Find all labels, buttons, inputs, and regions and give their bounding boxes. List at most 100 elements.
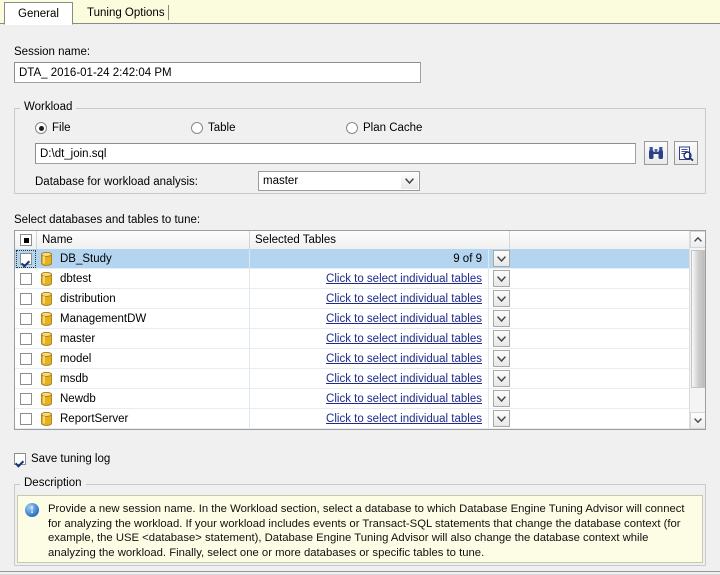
row-checkbox[interactable] bbox=[15, 329, 37, 349]
row-selected-tables[interactable]: Click to select individual tables bbox=[250, 308, 489, 329]
table-row[interactable]: msdb Click to select individual tables bbox=[15, 368, 705, 389]
grid-label: Select databases and tables to tune: bbox=[14, 214, 201, 226]
preview-workload-button[interactable] bbox=[674, 141, 698, 165]
row-database-name[interactable]: dbtest bbox=[37, 268, 250, 289]
row-database-name[interactable]: master bbox=[37, 328, 250, 349]
scrollbar-thumb[interactable] bbox=[691, 250, 705, 388]
table-row[interactable]: model Click to select individual tables bbox=[15, 348, 705, 369]
tab-general[interactable]: General bbox=[4, 2, 73, 25]
radio-file[interactable]: File bbox=[35, 122, 71, 134]
row-selected-tables[interactable]: Click to select individual tables bbox=[250, 388, 489, 409]
select-tables-link[interactable]: Click to select individual tables bbox=[326, 413, 482, 425]
select-tables-link[interactable]: Click to select individual tables bbox=[326, 373, 482, 385]
row-dropdown-button[interactable] bbox=[493, 390, 510, 407]
row-checkbox[interactable] bbox=[15, 249, 37, 269]
row-database-label: Newdb bbox=[60, 392, 96, 405]
grid-header-name[interactable]: Name bbox=[37, 231, 250, 249]
row-selected-tables[interactable]: Click to select individual tables bbox=[250, 288, 489, 309]
table-row[interactable]: DB_Study 9 of 9 bbox=[15, 248, 705, 269]
row-dropdown-button[interactable] bbox=[493, 410, 510, 427]
row-checkbox[interactable] bbox=[15, 409, 37, 429]
chevron-down-icon bbox=[497, 295, 506, 302]
row-checkbox[interactable] bbox=[15, 389, 37, 409]
select-tables-link[interactable]: Click to select individual tables bbox=[326, 393, 482, 405]
tab-tuning-options-label: Tuning Options bbox=[87, 6, 165, 19]
row-checkbox[interactable] bbox=[15, 349, 37, 369]
row-checkbox-indicator bbox=[20, 252, 32, 265]
row-dropdown-button[interactable] bbox=[493, 250, 510, 267]
row-selected-tables[interactable]: Click to select individual tables bbox=[250, 328, 489, 349]
row-database-name[interactable]: Newdb bbox=[37, 388, 250, 409]
row-database-name[interactable]: DB_Study bbox=[37, 248, 250, 269]
scrollbar-down-button[interactable] bbox=[690, 412, 705, 429]
grid-header-selected-tables[interactable]: Selected Tables bbox=[250, 231, 510, 249]
radio-table[interactable]: Table bbox=[191, 122, 236, 134]
workload-file-input[interactable]: D:\dt_join.sql bbox=[35, 143, 636, 164]
database-icon bbox=[41, 271, 52, 286]
session-name-label: Session name: bbox=[14, 46, 91, 58]
session-name-input[interactable]: DTA_ 2016-01-24 2:42:04 PM bbox=[14, 62, 421, 83]
workload-db-select[interactable]: master bbox=[258, 171, 420, 191]
row-dropdown-button[interactable] bbox=[493, 270, 510, 287]
save-tuning-log-label: Save tuning log bbox=[31, 453, 111, 465]
select-tables-link[interactable]: Click to select individual tables bbox=[326, 273, 482, 285]
table-row[interactable]: distribution Click to select individual t… bbox=[15, 288, 705, 309]
table-row[interactable]: master Click to select individual tables bbox=[15, 328, 705, 349]
row-dropdown-button[interactable] bbox=[493, 310, 510, 327]
tab-tuning-options[interactable]: Tuning Options bbox=[74, 1, 178, 24]
row-database-label: model bbox=[60, 352, 92, 365]
database-icon bbox=[41, 371, 52, 386]
row-dropdown-button[interactable] bbox=[493, 370, 510, 387]
grid-header-name-label: Name bbox=[42, 233, 73, 246]
workload-db-label: Database for workload analysis: bbox=[35, 176, 198, 188]
save-tuning-log-checkbox[interactable]: Save tuning log bbox=[14, 453, 110, 465]
row-dropdown-button[interactable] bbox=[493, 350, 510, 367]
radio-table-indicator bbox=[191, 122, 203, 134]
radio-file-indicator bbox=[35, 122, 47, 134]
row-checkbox-indicator bbox=[20, 412, 32, 425]
table-row[interactable]: dbtest Click to select individual tables bbox=[15, 268, 705, 289]
databases-grid[interactable]: Name Selected Tables DB_Study 9 of 9 dbtes… bbox=[14, 230, 706, 430]
table-row[interactable]: ReportServer Click to select individual t… bbox=[15, 408, 705, 429]
select-tables-link[interactable]: Click to select individual tables bbox=[326, 313, 482, 325]
select-tables-link[interactable]: Click to select individual tables bbox=[326, 353, 482, 365]
row-checkbox[interactable] bbox=[15, 369, 37, 389]
row-database-name[interactable]: distribution bbox=[37, 288, 250, 309]
select-tables-link[interactable]: Click to select individual tables bbox=[326, 293, 482, 305]
table-row[interactable]: ManagementDW Click to select individual t… bbox=[15, 308, 705, 329]
grid-header-select-all[interactable] bbox=[15, 231, 37, 249]
row-dropdown-button[interactable] bbox=[493, 330, 510, 347]
chevron-down-icon bbox=[497, 375, 506, 382]
row-selected-tables[interactable]: Click to select individual tables bbox=[250, 348, 489, 369]
row-selected-tables[interactable]: Click to select individual tables bbox=[250, 408, 489, 429]
grid-header-row: Name Selected Tables bbox=[15, 231, 705, 249]
description-text: Provide a new session name. In the Workl… bbox=[48, 503, 685, 559]
browse-workload-button[interactable] bbox=[644, 141, 668, 165]
tab-separator bbox=[168, 5, 169, 20]
database-icon bbox=[41, 291, 52, 306]
chevron-down-icon bbox=[497, 415, 506, 422]
caret-up-icon bbox=[694, 237, 702, 242]
row-database-name[interactable]: model bbox=[37, 348, 250, 369]
row-dropdown-button[interactable] bbox=[493, 290, 510, 307]
select-tables-link[interactable]: Click to select individual tables bbox=[326, 333, 482, 345]
info-icon: ! bbox=[25, 503, 39, 517]
row-database-label: distribution bbox=[60, 292, 116, 305]
radio-plan-cache[interactable]: Plan Cache bbox=[346, 122, 422, 134]
table-row[interactable]: Newdb Click to select individual tables bbox=[15, 388, 705, 409]
session-name-value: DTA_ 2016-01-24 2:42:04 PM bbox=[19, 66, 172, 79]
workload-db-arrow[interactable] bbox=[401, 173, 418, 189]
scrollbar-up-button[interactable] bbox=[690, 231, 705, 248]
row-selected-tables[interactable]: 9 of 9 bbox=[250, 248, 489, 269]
row-selected-tables[interactable]: Click to select individual tables bbox=[250, 268, 489, 289]
grid-vertical-scrollbar[interactable] bbox=[689, 231, 705, 429]
row-checkbox[interactable] bbox=[15, 289, 37, 309]
row-database-name[interactable]: ManagementDW bbox=[37, 308, 250, 329]
row-checkbox[interactable] bbox=[15, 269, 37, 289]
row-checkbox-indicator bbox=[20, 352, 32, 365]
row-checkbox-indicator bbox=[20, 272, 32, 285]
row-database-name[interactable]: msdb bbox=[37, 368, 250, 389]
row-checkbox[interactable] bbox=[15, 309, 37, 329]
row-selected-tables[interactable]: Click to select individual tables bbox=[250, 368, 489, 389]
row-database-name[interactable]: ReportServer bbox=[37, 408, 250, 429]
